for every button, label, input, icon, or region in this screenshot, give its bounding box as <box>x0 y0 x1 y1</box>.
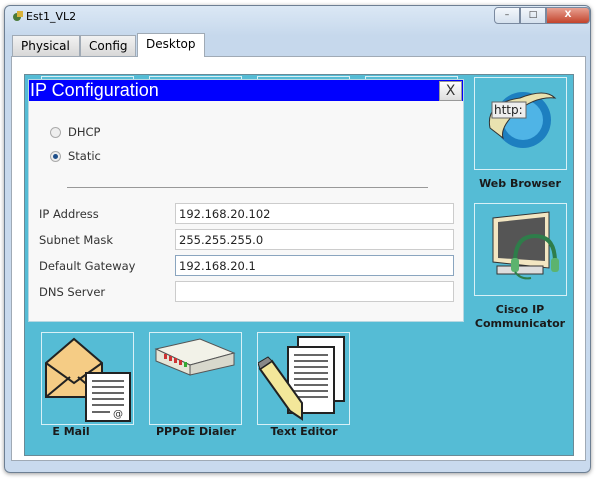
svg-text:http:: http: <box>494 103 523 117</box>
ip-phone-monitor-icon <box>492 211 559 280</box>
app-icon <box>13 11 23 21</box>
close-button[interactable]: X <box>546 7 590 24</box>
dhcp-label: DHCP <box>68 125 101 139</box>
divider <box>67 187 428 188</box>
text-editor-label: Text Editor <box>270 425 338 438</box>
ip-configuration-dialog: IP Configuration X DHCP Static IP Addres… <box>28 79 464 322</box>
web-browser-icon: http: <box>488 92 557 148</box>
subnet-mask-label: Subnet Mask <box>39 233 114 247</box>
dns-server-input[interactable] <box>175 281 454 302</box>
text-editor-icon <box>257 336 345 421</box>
default-gateway-input[interactable]: 192.168.20.1 <box>175 255 454 276</box>
radio-checked-icon <box>50 150 61 162</box>
maximize-button[interactable]: □ <box>520 7 546 24</box>
text-editor-tile[interactable] <box>257 332 350 425</box>
cisco-ip-communicator-tile[interactable] <box>474 203 567 296</box>
radio-unchecked-icon <box>50 126 61 138</box>
web-browser-tile[interactable]: http: <box>474 77 567 170</box>
dialog-close-button[interactable]: X <box>439 81 462 101</box>
dialog-title: IP Configuration <box>29 80 463 101</box>
email-icon: @ <box>45 337 131 422</box>
tab-config[interactable]: Config <box>80 35 136 56</box>
cisco-ip-communicator-label: Cisco IP Communicator <box>474 303 566 330</box>
window-controls: – □ X <box>494 7 590 24</box>
modem-icon <box>154 338 236 376</box>
static-radio[interactable]: Static <box>50 149 101 163</box>
tab-physical[interactable]: Physical <box>12 35 80 56</box>
dhcp-radio[interactable]: DHCP <box>50 125 100 139</box>
static-label: Static <box>68 149 101 163</box>
pppoe-dialer-tile[interactable] <box>149 332 242 425</box>
minimize-button[interactable]: – <box>494 7 520 24</box>
window-title: Est1_VL2 <box>26 10 77 23</box>
web-browser-label: Web Browser <box>479 177 561 190</box>
svg-text:@: @ <box>113 409 123 420</box>
email-label: E Mail <box>52 425 90 438</box>
pppoe-dialer-label: PPPoE Dialer <box>155 425 237 438</box>
ip-address-label: IP Address <box>39 207 99 221</box>
subnet-mask-input[interactable]: 255.255.255.0 <box>175 229 454 250</box>
ip-address-input[interactable]: 192.168.20.102 <box>175 203 454 224</box>
tab-desktop[interactable]: Desktop <box>137 33 205 57</box>
email-tile[interactable]: @ <box>41 332 134 425</box>
default-gateway-label: Default Gateway <box>39 259 136 273</box>
dns-server-label: DNS Server <box>39 285 106 299</box>
